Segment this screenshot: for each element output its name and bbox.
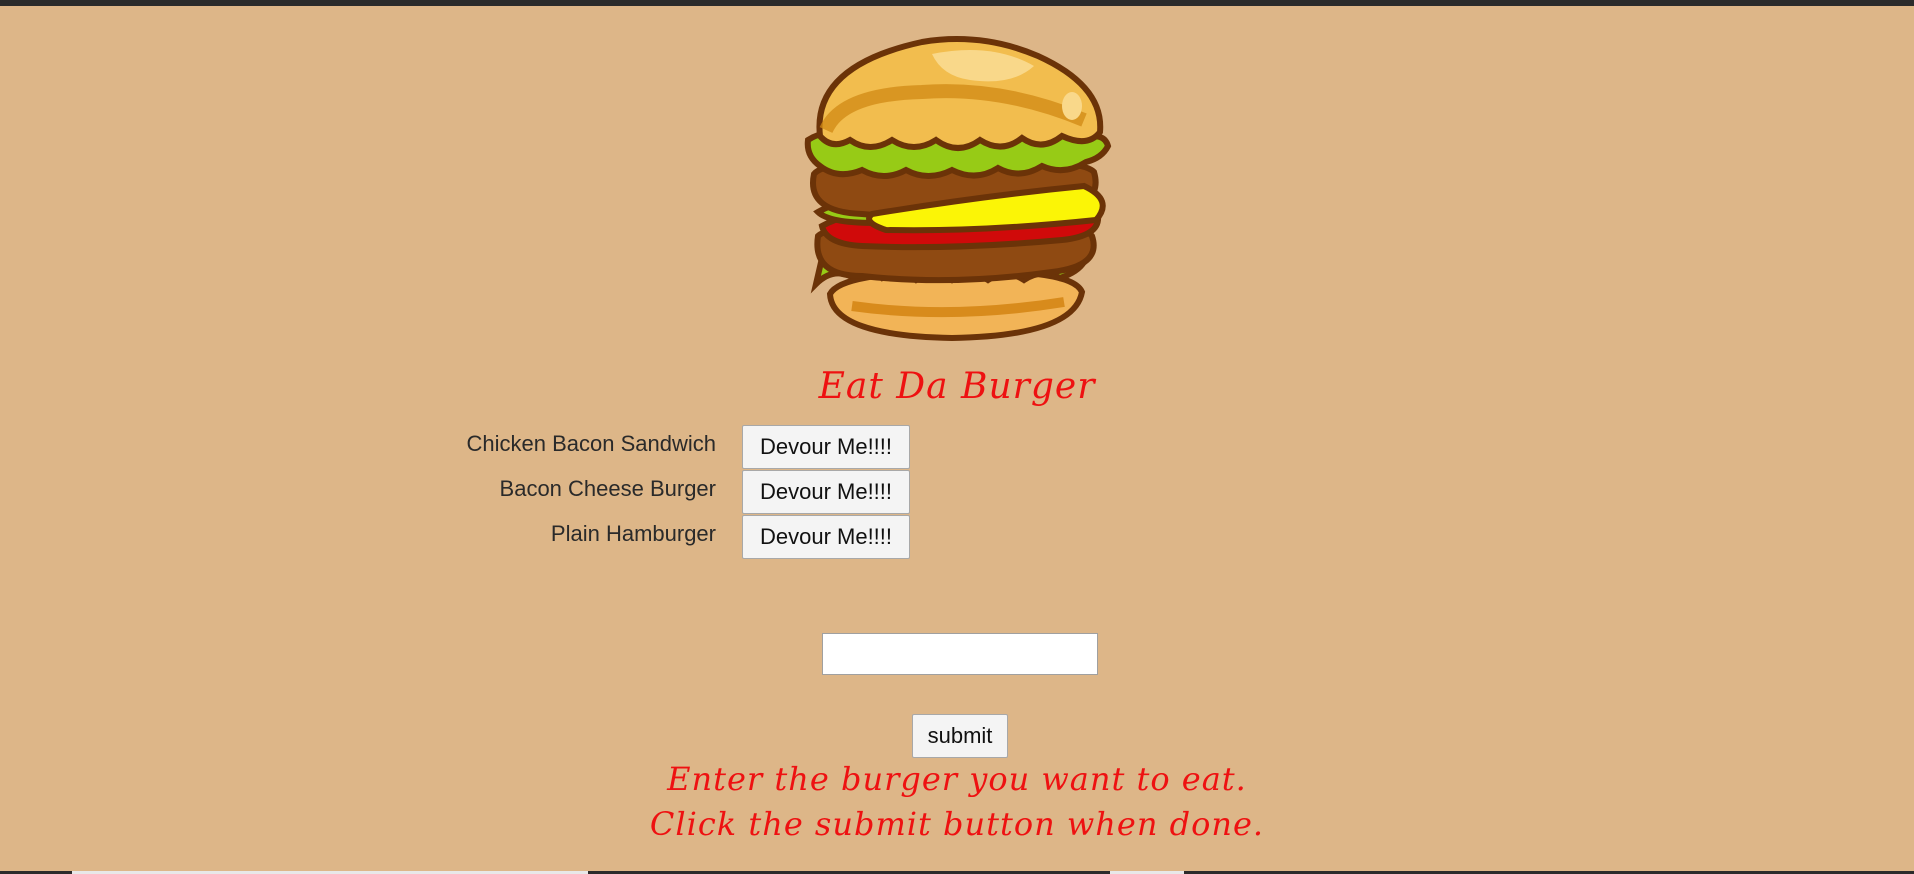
page-title: Eat Da Burger xyxy=(818,366,1096,407)
burger-list: Chicken Bacon Sandwich Devour Me!!!! Bac… xyxy=(420,424,980,559)
window-top-bar xyxy=(0,0,1914,6)
burger-name: Plain Hamburger xyxy=(550,520,716,546)
instruction-line-2: Click the submit button when done. xyxy=(649,805,1265,843)
burger-name: Bacon Cheese Burger xyxy=(499,475,716,501)
instruction-line-1: Enter the burger you want to eat. xyxy=(667,760,1247,798)
burger-name: Chicken Bacon Sandwich xyxy=(466,430,716,456)
burger-logo-icon xyxy=(802,36,1112,346)
list-item: Plain Hamburger Devour Me!!!! xyxy=(420,514,980,559)
list-item: Bacon Cheese Burger Devour Me!!!! xyxy=(420,469,980,514)
list-item: Chicken Bacon Sandwich Devour Me!!!! xyxy=(420,424,980,469)
devour-button[interactable]: Devour Me!!!! xyxy=(742,514,910,559)
devour-button[interactable]: Devour Me!!!! xyxy=(742,424,910,469)
submit-button[interactable]: submit xyxy=(912,714,1008,758)
devour-button[interactable]: Devour Me!!!! xyxy=(742,469,910,514)
burger-name-input[interactable] xyxy=(822,633,1098,675)
instructions: Enter the burger you want to eat. Click … xyxy=(0,757,1914,847)
